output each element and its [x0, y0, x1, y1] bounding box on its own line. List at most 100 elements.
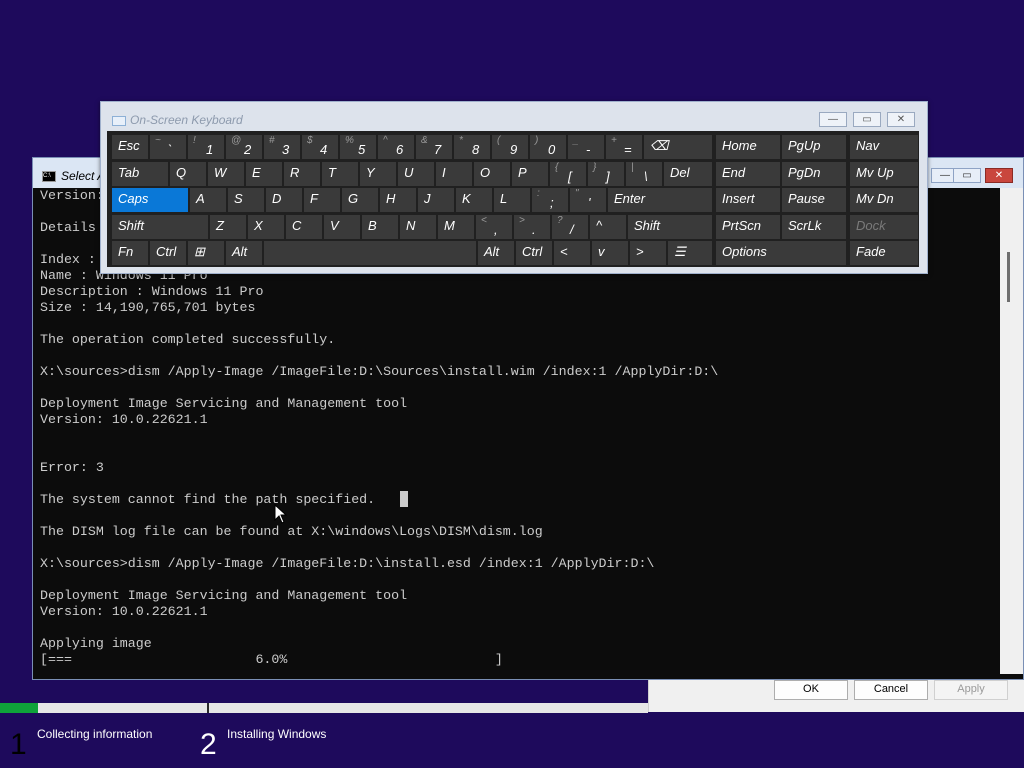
key-t-m1-5[interactable]: T — [322, 161, 358, 186]
key-w-m1-2[interactable]: W — [208, 161, 244, 186]
key-shift-label: : — [537, 188, 540, 199]
key-symbol-m4-9[interactable]: > — [630, 241, 666, 265]
key-u-m1-7[interactable]: U — [398, 161, 434, 186]
setup-progress-bar — [0, 703, 648, 713]
key-enter-m2-12[interactable]: Enter — [608, 188, 712, 212]
key-3-m0-4[interactable]: #3 — [264, 135, 300, 159]
key-symbol-m4-10[interactable]: ☰ — [668, 241, 712, 265]
key-j-m2-7[interactable]: J — [418, 188, 454, 212]
key-nav-n0-2[interactable]: Nav — [850, 135, 918, 159]
key-prtscn-n3-0[interactable]: PrtScn — [716, 214, 780, 239]
key-pause-n2-1[interactable]: Pause — [782, 188, 846, 212]
key-symbol-m0-13[interactable]: + = — [606, 135, 642, 159]
key-tab-m1-0[interactable]: Tab — [112, 161, 168, 186]
key-alt-m4-3[interactable]: Alt — [226, 241, 262, 265]
osk-title: On-Screen Keyboard — [130, 113, 243, 127]
key-symbol-m3-10[interactable]: ? / — [552, 214, 588, 239]
key-r-m1-4[interactable]: R — [284, 161, 320, 186]
apply-button: Apply — [934, 680, 1008, 700]
key-fn-m4-0[interactable]: Fn — [112, 241, 148, 265]
key-pgup-n0-1[interactable]: PgUp — [782, 135, 846, 159]
key-a-m2-1[interactable]: A — [190, 188, 226, 212]
key-symbol-m2-10[interactable]: :; — [532, 188, 568, 212]
key-v-m3-4[interactable]: V — [324, 214, 360, 239]
key-1-m0-2[interactable]: ! 1 — [188, 135, 224, 159]
key-del-m1-14[interactable]: Del — [664, 161, 712, 186]
key-esc-m0-0[interactable]: Esc — [112, 135, 148, 159]
key-8-m0-9[interactable]: * 8 — [454, 135, 490, 159]
key-symbol-m4-7[interactable]: < — [554, 241, 590, 265]
key-i-m1-8[interactable]: I — [436, 161, 472, 186]
key-dock-n3-2[interactable]: Dock — [850, 214, 918, 239]
mouse-pointer-icon — [274, 504, 288, 524]
ok-button[interactable]: OK — [774, 680, 848, 700]
key-g-m2-5[interactable]: G — [342, 188, 378, 212]
key-scrlk-n3-1[interactable]: ScrLk — [782, 214, 846, 239]
key-end-n1-0[interactable]: End — [716, 161, 780, 186]
key-options-n4-0[interactable]: Options — [716, 241, 846, 265]
key-l-m2-9[interactable]: L — [494, 188, 530, 212]
key-fade-n4-1[interactable]: Fade — [850, 241, 918, 265]
key-home-n0-0[interactable]: Home — [716, 135, 780, 159]
key-v-m4-8[interactable]: v — [592, 241, 628, 265]
osk-minimize-button[interactable]: — — [819, 112, 847, 127]
key-symbol-m3-9[interactable]: >. — [514, 214, 550, 239]
key-n-m3-6[interactable]: N — [400, 214, 436, 239]
key-symbol-m2-11[interactable]: " ' — [570, 188, 606, 212]
key-f-m2-4[interactable]: F — [304, 188, 340, 212]
key-label: , — [494, 221, 498, 237]
maximize-button[interactable]: ▭ — [953, 168, 981, 183]
key-symbol-m0-14[interactable]: ⌫ — [644, 135, 712, 159]
key-shift-label: % — [345, 135, 354, 146]
key-alt-m4-5[interactable]: Alt — [478, 241, 514, 265]
key-label: ' — [588, 195, 591, 210]
cancel-button[interactable]: Cancel — [854, 680, 928, 700]
osk-close-button[interactable]: ✕ — [887, 112, 915, 127]
key-e-m1-3[interactable]: E — [246, 161, 282, 186]
key-symbol-m0-1[interactable]: ~ ` — [150, 135, 186, 159]
key-insert-n2-0[interactable]: Insert — [716, 188, 780, 212]
osk-maximize-button[interactable]: ▭ — [853, 112, 881, 127]
key-b-m3-5[interactable]: B — [362, 214, 398, 239]
key-space-m4-4[interactable] — [264, 241, 476, 265]
key-d-m2-3[interactable]: D — [266, 188, 302, 212]
key-q-m1-1[interactable]: Q — [170, 161, 206, 186]
key-c-m3-3[interactable]: C — [286, 214, 322, 239]
key-shift-label: > — [519, 214, 525, 226]
key-mvdn-n2-2[interactable]: Mv Dn — [850, 188, 918, 212]
close-button[interactable]: ✕ — [985, 168, 1013, 183]
key-h-m2-6[interactable]: H — [380, 188, 416, 212]
key-symbol-m1-13[interactable]: | \ — [626, 161, 662, 186]
key-k-m2-8[interactable]: K — [456, 188, 492, 212]
key-5-m0-6[interactable]: % 5 — [340, 135, 376, 159]
key-shift-m3-12[interactable]: Shift — [628, 214, 712, 239]
key-s-m2-2[interactable]: S — [228, 188, 264, 212]
key-symbol-m0-12[interactable]: _ - — [568, 135, 604, 159]
key-symbol-m3-8[interactable]: <, — [476, 214, 512, 239]
key-x-m3-2[interactable]: X — [248, 214, 284, 239]
console-scrollbar[interactable] — [1000, 188, 1023, 674]
key-symbol-m3-11[interactable]: ^ — [590, 214, 626, 239]
key-o-m1-9[interactable]: O — [474, 161, 510, 186]
key-9-m0-10[interactable]: (9 — [492, 135, 528, 159]
key-m-m3-7[interactable]: M — [438, 214, 474, 239]
key-y-m1-6[interactable]: Y — [360, 161, 396, 186]
key-4-m0-5[interactable]: $4 — [302, 135, 338, 159]
step-2-number: 2 — [200, 728, 217, 761]
key-7-m0-8[interactable]: & 7 — [416, 135, 452, 159]
key-shift-m3-0[interactable]: Shift — [112, 214, 208, 239]
key-0-m0-11[interactable]: ) 0 — [530, 135, 566, 159]
key-pgdn-n1-1[interactable]: PgDn — [782, 161, 846, 186]
key-symbol-m4-2[interactable]: ⊞ — [188, 241, 224, 265]
key-p-m1-10[interactable]: P — [512, 161, 548, 186]
key-symbol-m1-11[interactable]: {[ — [550, 161, 586, 186]
key-ctrl-m4-1[interactable]: Ctrl — [150, 241, 186, 265]
scrollbar-thumb[interactable] — [1007, 252, 1010, 302]
key-caps-m2-0[interactable]: Caps — [112, 188, 188, 212]
key-mvup-n1-2[interactable]: Mv Up — [850, 161, 918, 186]
key-symbol-m1-12[interactable]: }] — [588, 161, 624, 186]
key-z-m3-1[interactable]: Z — [210, 214, 246, 239]
key-6-m0-7[interactable]: ^ 6 — [378, 135, 414, 159]
key-ctrl-m4-6[interactable]: Ctrl — [516, 241, 552, 265]
key-2-m0-3[interactable]: @2 — [226, 135, 262, 159]
